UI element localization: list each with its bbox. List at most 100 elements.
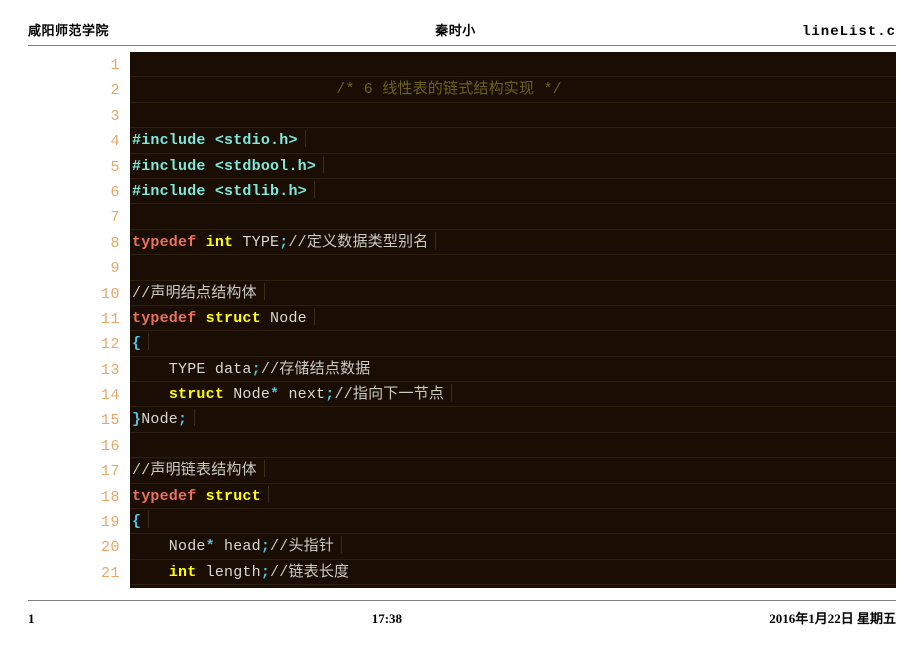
- line-number: 15: [100, 412, 120, 430]
- struct-keyword-token: struct: [168, 386, 225, 404]
- identifier-token: Node: [132, 538, 206, 556]
- code-line-17: //声明链表结构体: [130, 458, 896, 484]
- semicolon-token: ;: [260, 563, 271, 581]
- code-line-2: /* 6 线性表的链式结构实现 */: [130, 77, 896, 103]
- code-line-8: typedef int TYPE;//定义数据类型别名: [130, 230, 896, 256]
- cell-separator: [148, 333, 150, 351]
- close-brace-token: }: [132, 411, 142, 429]
- header-name-token: <stdbool.h>: [205, 157, 317, 175]
- cell-separator: [148, 511, 150, 529]
- line-number: 9: [110, 260, 120, 278]
- code-line-7: [130, 204, 896, 230]
- line-number: 1: [110, 57, 120, 74]
- header-author: 秦时小: [435, 23, 476, 38]
- code-text-area: /* 6 线性表的链式结构实现 */ #include <stdio.h> #i…: [130, 52, 896, 588]
- pointer-star-token: *: [205, 538, 215, 556]
- header-divider: [28, 45, 896, 46]
- line-number: 17: [100, 463, 120, 481]
- semicolon-token: ;: [251, 360, 261, 378]
- line-number: 4: [110, 133, 120, 151]
- cell-separator: [263, 282, 265, 300]
- code-line-5: #include <stdbool.h>: [130, 154, 896, 179]
- cell-separator: [313, 307, 315, 325]
- code-line-11: typedef struct Node: [130, 306, 896, 332]
- line-number: 7: [110, 209, 120, 227]
- cell-separator: [304, 130, 306, 148]
- footer-time: 17:38: [371, 611, 403, 626]
- preprocessor-token: #include: [132, 132, 206, 150]
- slide-header: 咸阳师范学院 秦时小 lineList.c: [0, 0, 920, 46]
- line-number: 12: [100, 336, 120, 354]
- cell-separator: [263, 460, 265, 478]
- pointer-star-token: *: [270, 386, 280, 404]
- preprocessor-token: #include: [132, 182, 206, 200]
- identifier-token: length: [196, 563, 261, 581]
- code-line-18: typedef struct: [130, 484, 896, 510]
- identifier-token: TYPE: [233, 233, 280, 251]
- code-line-19: {: [130, 509, 896, 535]
- line-number: 3: [110, 107, 120, 125]
- preprocessor-token: #include: [132, 157, 206, 175]
- code-line-20: Node* head;//头指针: [130, 534, 896, 560]
- line-number: 21: [100, 564, 120, 582]
- identifier-token: next: [279, 386, 326, 404]
- comment-token: //定义数据类型别名: [288, 233, 429, 251]
- line-number: 14: [100, 387, 120, 405]
- semicolon-token: ;: [178, 411, 188, 429]
- code-line-4: #include <stdio.h>: [130, 128, 896, 154]
- code-line-12: {: [130, 331, 896, 357]
- line-number: 10: [100, 285, 120, 303]
- code-line-14: struct Node* next;//指向下一节点: [130, 382, 896, 408]
- line-number: 11: [100, 310, 120, 328]
- code-line-9: [130, 255, 896, 281]
- code-line-16: [130, 433, 896, 459]
- header-institution: 咸阳师范学院: [28, 23, 110, 38]
- int-keyword-token: int: [205, 233, 234, 251]
- line-number: 16: [100, 437, 120, 455]
- open-brace-token: {: [132, 513, 142, 531]
- identifier-token: Node: [141, 411, 179, 429]
- footer-row: 1 17:38 2016年1月22日 星期五: [28, 608, 896, 627]
- cell-separator: [313, 180, 315, 198]
- struct-keyword-token: struct: [205, 487, 261, 505]
- comment-token: //声明结点结构体: [132, 284, 257, 302]
- semicolon-token: ;: [260, 538, 271, 556]
- line-number: 5: [110, 158, 120, 176]
- line-number: 2: [110, 82, 120, 100]
- slide-footer: 1 17:38 2016年1月22日 星期五: [0, 600, 920, 640]
- footer-divider: [28, 600, 896, 601]
- code-line-21: int length;//链表长度: [130, 560, 896, 586]
- comment-token: //链表长度: [270, 563, 350, 581]
- code-line-6: #include <stdlib.h>: [130, 179, 896, 205]
- header-name-token: <stdlib.h>: [205, 182, 307, 200]
- comment-token: //存储结点数据: [260, 360, 371, 378]
- header-name-token: <stdio.h>: [205, 132, 298, 150]
- typedef-keyword-token: typedef: [132, 309, 197, 327]
- struct-keyword-token: struct: [205, 309, 261, 327]
- cell-separator: [451, 384, 453, 402]
- comment-token: //声明链表结构体: [132, 462, 257, 480]
- open-brace-token: {: [132, 335, 142, 353]
- line-number: 13: [100, 361, 120, 379]
- identifier-token: Node: [224, 386, 271, 404]
- typedef-keyword-token: typedef: [132, 233, 197, 251]
- code-line-13: TYPE data;//存储结点数据: [130, 357, 896, 383]
- cell-separator: [194, 409, 196, 427]
- line-number-gutter: 1 2 3 4 5 6 7 8 9 10 11 12 13 14 15 16 1…: [56, 52, 130, 588]
- code-line-1: [130, 52, 896, 78]
- block-comment-token: /* 6 线性表的链式结构实现 */: [336, 81, 562, 99]
- comment-token: //头指针: [270, 538, 335, 556]
- header-filename: lineList.c: [801, 24, 896, 40]
- cell-separator: [435, 231, 437, 249]
- code-line-10: //声明结点结构体: [130, 281, 896, 306]
- identifier-token: TYPE data: [132, 360, 252, 378]
- cell-separator: [341, 536, 343, 554]
- cell-separator: [323, 155, 325, 173]
- comment-token: //指向下一节点: [334, 386, 445, 404]
- line-number: 6: [110, 183, 120, 201]
- identifier-token: Node: [260, 309, 307, 327]
- code-line-15: }Node;: [130, 407, 896, 433]
- header-row: 咸阳师范学院 秦时小 lineList.c: [28, 20, 896, 42]
